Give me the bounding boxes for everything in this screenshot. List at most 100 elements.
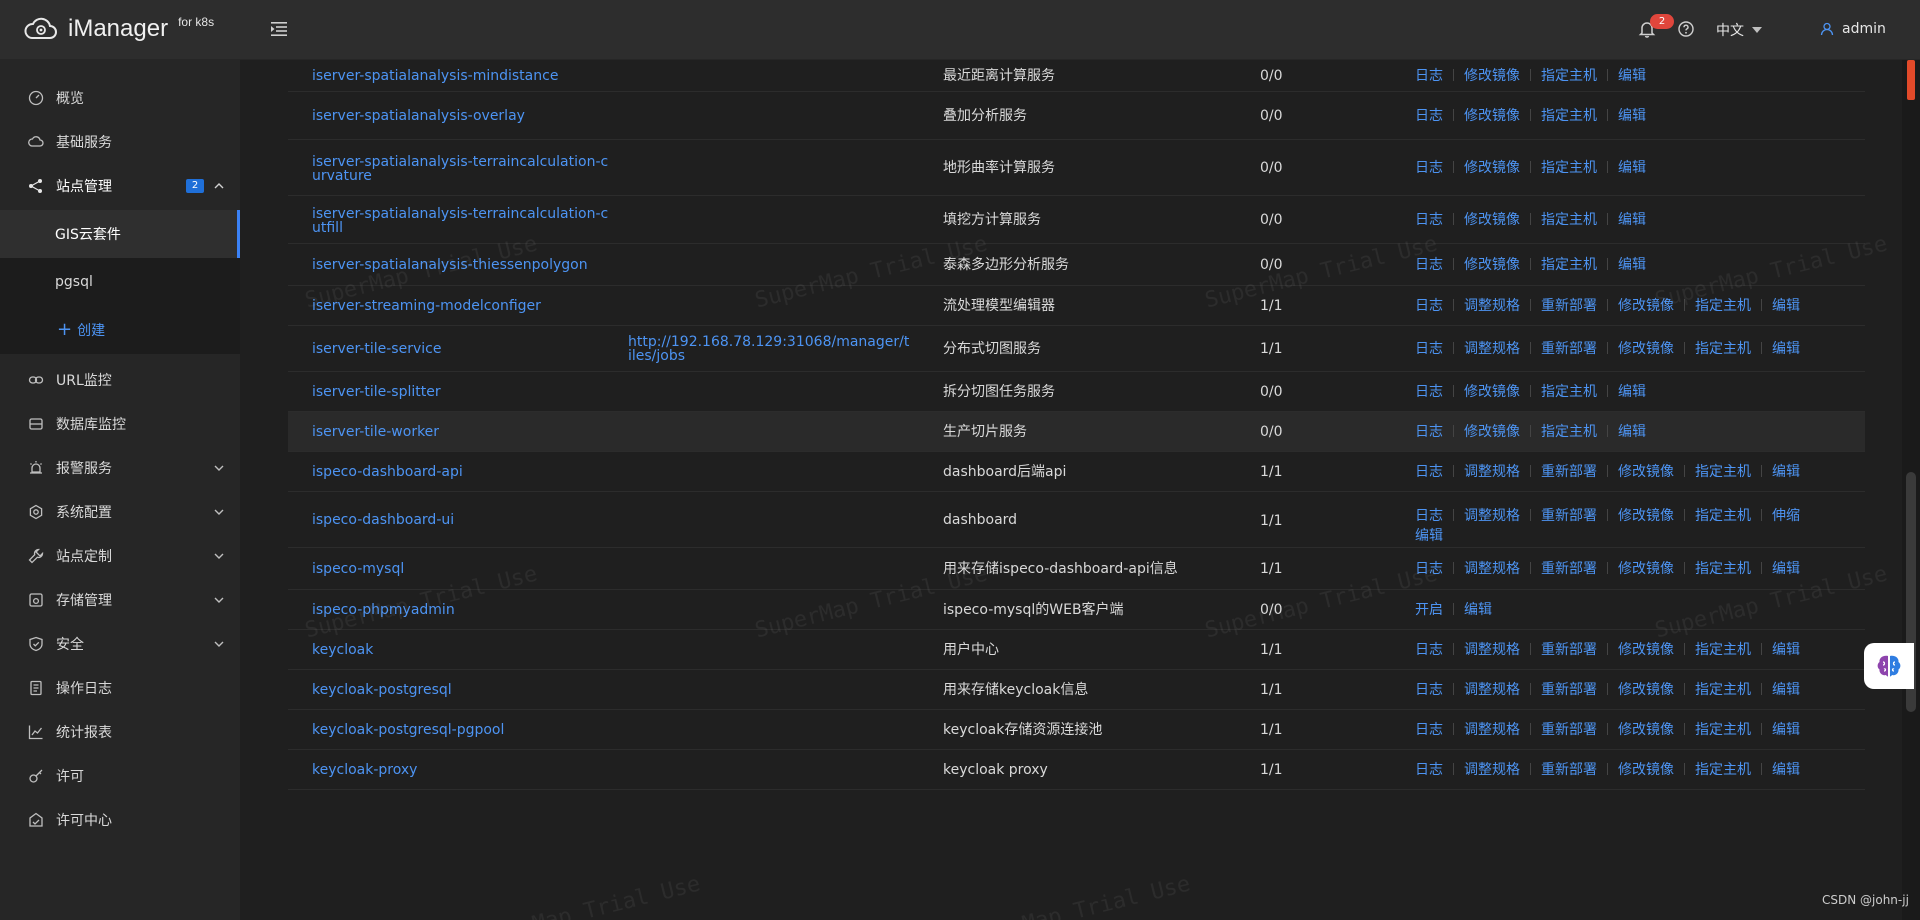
sidebar-item-basic-services[interactable]: 基础服务 bbox=[0, 120, 240, 164]
menu-fold-icon[interactable] bbox=[270, 20, 288, 38]
action-link[interactable]: 指定主机 bbox=[1541, 108, 1597, 124]
action-link[interactable]: 日志 bbox=[1415, 762, 1443, 778]
service-name-link[interactable]: iserver-streaming-modelconfiger bbox=[312, 299, 612, 313]
action-link[interactable]: 编辑 bbox=[1618, 212, 1646, 228]
service-name-link[interactable]: iserver-spatialanalysis-overlay bbox=[312, 109, 612, 123]
sidebar-item-site-management[interactable]: 站点管理 2 bbox=[0, 164, 240, 208]
action-link[interactable]: 编辑 bbox=[1772, 341, 1800, 357]
action-link[interactable]: 指定主机 bbox=[1541, 212, 1597, 228]
action-link[interactable]: 指定主机 bbox=[1541, 257, 1597, 273]
logo[interactable]: iManager for k8s bbox=[24, 14, 214, 44]
submenu-item-gis-cloud-suite[interactable]: GIS云套件 bbox=[0, 210, 240, 258]
sidebar-item-url-monitor[interactable]: URL监控 bbox=[0, 358, 240, 402]
action-link[interactable]: 修改镜像 bbox=[1618, 762, 1674, 778]
sidebar-item-license-center[interactable]: 许可中心 bbox=[0, 798, 240, 842]
assistant-button[interactable] bbox=[1864, 643, 1914, 689]
action-link[interactable]: 修改镜像 bbox=[1464, 108, 1520, 124]
action-link[interactable]: 重新部署 bbox=[1541, 298, 1597, 314]
action-link[interactable]: 重新部署 bbox=[1541, 762, 1597, 778]
action-link[interactable]: 编辑 bbox=[1618, 257, 1646, 273]
action-link[interactable]: 修改镜像 bbox=[1618, 682, 1674, 698]
action-link[interactable]: 指定主机 bbox=[1695, 341, 1751, 357]
action-link[interactable]: 重新部署 bbox=[1541, 508, 1597, 524]
action-link[interactable]: 日志 bbox=[1415, 257, 1443, 273]
action-link[interactable]: 调整规格 bbox=[1464, 682, 1520, 698]
action-link[interactable]: 编辑 bbox=[1772, 642, 1800, 658]
sidebar-item-db-monitor[interactable]: 数据库监控 bbox=[0, 402, 240, 446]
help-icon[interactable] bbox=[1678, 21, 1694, 37]
service-name-link[interactable]: ispeco-dashboard-api bbox=[312, 465, 612, 479]
action-link[interactable]: 指定主机 bbox=[1541, 424, 1597, 440]
action-link[interactable]: 日志 bbox=[1415, 68, 1443, 84]
service-name-link[interactable]: keycloak-postgresql-pgpool bbox=[312, 723, 612, 737]
action-link[interactable]: 重新部署 bbox=[1541, 464, 1597, 480]
action-link[interactable]: 指定主机 bbox=[1695, 464, 1751, 480]
service-name-link[interactable]: ispeco-dashboard-ui bbox=[312, 513, 612, 527]
action-link[interactable]: 调整规格 bbox=[1464, 508, 1520, 524]
action-link[interactable]: 编辑 bbox=[1618, 68, 1646, 84]
action-link[interactable]: 日志 bbox=[1415, 212, 1443, 228]
action-link[interactable]: 指定主机 bbox=[1695, 722, 1751, 738]
action-link[interactable]: 日志 bbox=[1415, 160, 1443, 176]
action-link[interactable]: 重新部署 bbox=[1541, 561, 1597, 577]
action-link[interactable]: 指定主机 bbox=[1695, 762, 1751, 778]
service-name-link[interactable]: iserver-spatialanalysis-mindistance bbox=[312, 69, 612, 83]
action-link[interactable]: 重新部署 bbox=[1541, 682, 1597, 698]
service-name-link[interactable]: iserver-tile-splitter bbox=[312, 385, 612, 399]
action-link[interactable]: 修改镜像 bbox=[1618, 722, 1674, 738]
action-link[interactable]: 指定主机 bbox=[1541, 384, 1597, 400]
action-link[interactable]: 日志 bbox=[1415, 108, 1443, 124]
action-link[interactable]: 日志 bbox=[1415, 298, 1443, 314]
action-link[interactable]: 编辑 bbox=[1772, 298, 1800, 314]
sidebar-item-overview[interactable]: 概览 bbox=[0, 76, 240, 120]
sidebar-item-alarm[interactable]: 报警服务 bbox=[0, 446, 240, 490]
service-name-link[interactable]: iserver-tile-service bbox=[312, 342, 612, 356]
action-link[interactable]: 编辑 bbox=[1618, 108, 1646, 124]
action-link[interactable]: 修改镜像 bbox=[1618, 561, 1674, 577]
action-link[interactable]: 重新部署 bbox=[1541, 642, 1597, 658]
action-link[interactable]: 重新部署 bbox=[1541, 722, 1597, 738]
action-link[interactable]: 修改镜像 bbox=[1464, 160, 1520, 176]
action-link[interactable]: 调整规格 bbox=[1464, 464, 1520, 480]
action-link[interactable]: 编辑 bbox=[1772, 762, 1800, 778]
action-link[interactable]: 日志 bbox=[1415, 424, 1443, 440]
action-link[interactable]: 编辑 bbox=[1618, 424, 1646, 440]
action-link[interactable]: 修改镜像 bbox=[1618, 464, 1674, 480]
action-link[interactable]: 日志 bbox=[1415, 722, 1443, 738]
action-link[interactable]: 修改镜像 bbox=[1618, 341, 1674, 357]
action-link[interactable]: 日志 bbox=[1415, 682, 1443, 698]
user-menu[interactable]: admin bbox=[1820, 21, 1886, 37]
action-link[interactable]: 开启 bbox=[1415, 602, 1443, 618]
action-link[interactable]: 指定主机 bbox=[1695, 642, 1751, 658]
action-link[interactable]: 编辑 bbox=[1772, 561, 1800, 577]
action-link[interactable]: 指定主机 bbox=[1695, 682, 1751, 698]
action-link[interactable]: 修改镜像 bbox=[1464, 257, 1520, 273]
action-link[interactable]: 修改镜像 bbox=[1464, 384, 1520, 400]
action-link[interactable]: 编辑 bbox=[1618, 160, 1646, 176]
action-link[interactable]: 指定主机 bbox=[1695, 561, 1751, 577]
action-link[interactable]: 编辑 bbox=[1772, 722, 1800, 738]
action-link[interactable]: 修改镜像 bbox=[1618, 298, 1674, 314]
language-select[interactable]: 中文 bbox=[1716, 20, 1762, 40]
service-url-link[interactable]: http://192.168.78.129:31068/manager/tile… bbox=[628, 335, 913, 363]
sidebar-item-statistics[interactable]: 统计报表 bbox=[0, 710, 240, 754]
action-link[interactable]: 指定主机 bbox=[1541, 160, 1597, 176]
action-link[interactable]: 重新部署 bbox=[1541, 341, 1597, 357]
submenu-item-pgsql[interactable]: pgsql bbox=[0, 258, 240, 306]
service-name-link[interactable]: iserver-spatialanalysis-terraincalculati… bbox=[312, 207, 612, 235]
service-name-link[interactable]: ispeco-phpmyadmin bbox=[312, 603, 612, 617]
service-name-link[interactable]: iserver-spatialanalysis-thiessenpolygon bbox=[312, 258, 612, 272]
action-link[interactable]: 日志 bbox=[1415, 642, 1443, 658]
action-link[interactable]: 日志 bbox=[1415, 464, 1443, 480]
action-link[interactable]: 调整规格 bbox=[1464, 341, 1520, 357]
action-link[interactable]: 编辑 bbox=[1772, 682, 1800, 698]
action-link[interactable]: 指定主机 bbox=[1695, 508, 1751, 524]
action-link[interactable]: 修改镜像 bbox=[1464, 424, 1520, 440]
action-link[interactable]: 日志 bbox=[1415, 508, 1443, 524]
action-link[interactable]: 指定主机 bbox=[1541, 68, 1597, 84]
action-link[interactable]: 伸缩 bbox=[1772, 508, 1800, 524]
action-link[interactable]: 日志 bbox=[1415, 561, 1443, 577]
service-name-link[interactable]: iserver-tile-worker bbox=[312, 425, 612, 439]
action-link[interactable]: 日志 bbox=[1415, 341, 1443, 357]
sidebar-item-storage[interactable]: 存储管理 bbox=[0, 578, 240, 622]
